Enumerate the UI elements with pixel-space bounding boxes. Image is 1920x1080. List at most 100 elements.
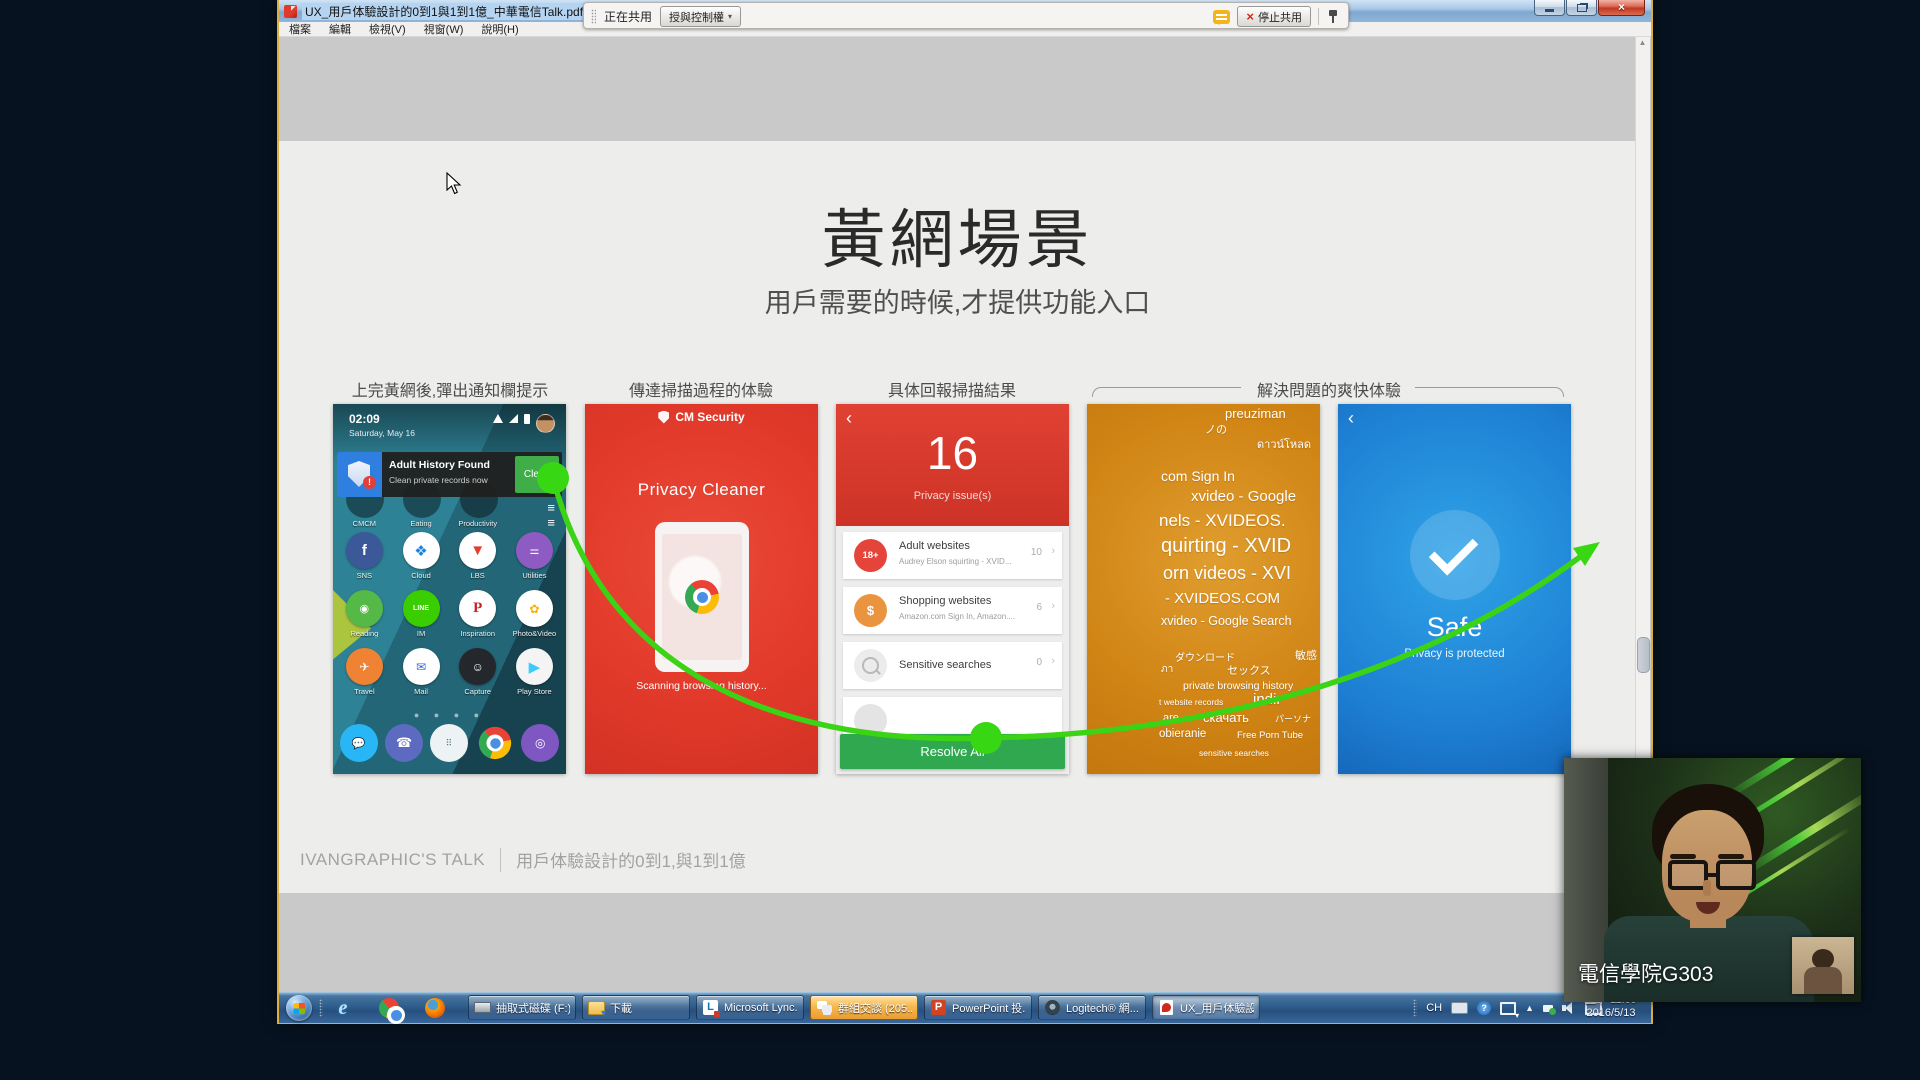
check-circle xyxy=(1410,510,1500,600)
restore-button[interactable] xyxy=(1566,0,1597,16)
caption-scanning: 傳達掃描過程的体驗 xyxy=(629,377,773,401)
notification-card: ! Adult History Found Clean private reco… xyxy=(337,452,562,497)
word: sensitive searches xyxy=(1199,748,1269,758)
menu-view[interactable]: 檢視(V) xyxy=(369,21,406,37)
restore-icon xyxy=(1577,4,1587,12)
menu-window[interactable]: 視窗(W) xyxy=(424,21,464,37)
eyebrow xyxy=(1718,854,1744,859)
shopping-badge-icon: $ xyxy=(854,594,887,627)
back-chevron-icon: ‹ xyxy=(1348,408,1354,429)
facebook-icon: f xyxy=(346,532,383,569)
start-button[interactable] xyxy=(286,995,312,1021)
issue-card-partial xyxy=(843,697,1062,737)
close-icon: × xyxy=(1618,1,1625,14)
firefox-quicklaunch[interactable] xyxy=(423,996,447,1020)
word: quirting - XVID xyxy=(1161,535,1291,558)
folder-label: Productivity xyxy=(449,519,506,528)
close-button[interactable]: × xyxy=(1598,0,1645,16)
pin-icon[interactable] xyxy=(1326,9,1340,25)
menu-file[interactable]: 檔案 xyxy=(289,21,311,37)
share-toolbar-left: 正在共用 授與控制權 ▾ xyxy=(591,6,741,27)
word: セックス xyxy=(1227,662,1271,678)
hamburger-icon: ≡≡ xyxy=(547,500,554,530)
app-name: CM Security xyxy=(675,410,744,424)
tray-grip xyxy=(1413,999,1417,1017)
word: com Sign In xyxy=(1161,468,1235,484)
windows-logo-icon xyxy=(293,1002,305,1014)
word: скачать xyxy=(1203,710,1249,725)
give-control-button[interactable]: 授與控制權 ▾ xyxy=(660,6,741,27)
chevron-right-icon: › xyxy=(1051,655,1055,667)
taskbar-button-pdf[interactable]: UX_用戶体驗設... xyxy=(1152,995,1260,1020)
clock-date: 2016/5/13 xyxy=(1576,1007,1646,1020)
taskbar-button-lync[interactable]: L Microsoft Lync... xyxy=(696,995,804,1020)
notification-body: Clean private records now xyxy=(389,475,488,485)
word: ดาวน์โหลด xyxy=(1257,435,1311,453)
caption-resolution: 解決問題的爽快体驗 xyxy=(1257,377,1401,401)
language-indicator[interactable]: CH xyxy=(1426,1002,1442,1014)
pip-person-body xyxy=(1804,967,1842,994)
pip-person-head xyxy=(1812,949,1834,969)
webcam-label: 電信學院G303 xyxy=(1578,958,1713,988)
phone-illustration xyxy=(655,522,749,672)
search-badge-icon xyxy=(854,649,887,682)
webcam-overlay: 電信學院G303 xyxy=(1564,758,1861,1002)
word: ダウンロード xyxy=(1175,649,1235,664)
issue-count: 16 xyxy=(836,426,1069,480)
adult-badge-icon: 18+ xyxy=(854,539,887,572)
utilities-icon: ⚌ xyxy=(516,532,553,569)
taskbar-button-downloads[interactable]: 下載 xyxy=(582,995,690,1020)
scan-status: Scanning browsing history... xyxy=(585,680,818,692)
page-dots: ● ● ● ● xyxy=(333,710,566,720)
shared-desktop: UX_用戶体驗設計的0到1與1到1億_中華電信Talk.pdf - Adobe … xyxy=(279,0,1651,1022)
check-icon xyxy=(1429,526,1478,575)
hidden-icons-chevron[interactable]: ▲ xyxy=(1525,1003,1534,1013)
safely-remove-icon[interactable] xyxy=(1543,1005,1553,1012)
menu-edit[interactable]: 編輯 xyxy=(329,21,351,37)
chrome-logo xyxy=(685,580,719,614)
scroll-up-icon[interactable]: ▲ xyxy=(1637,37,1648,49)
word: xvideo - Google xyxy=(1191,488,1296,505)
word: t website records xyxy=(1159,697,1223,707)
scrollbar-thumb[interactable] xyxy=(1637,637,1650,673)
word: nels - XVIDEOS. xyxy=(1159,511,1286,531)
word: ノの xyxy=(1205,421,1227,437)
photos-icon: ✿ xyxy=(516,590,553,627)
word: 敏感 xyxy=(1295,647,1317,663)
usb-drive-icon xyxy=(474,999,491,1016)
app-drawer-icon: ⠿ xyxy=(430,724,468,762)
phone1-android-home: 02:09 Saturday, May 16 ! Adult History F… xyxy=(333,404,566,774)
im-chat-icon[interactable] xyxy=(1213,10,1230,24)
toolbar-divider xyxy=(1318,8,1319,25)
folder-labels-row: CMCM Eating Productivity xyxy=(336,517,563,528)
battery-icon xyxy=(524,414,530,424)
taskbar-button-powerpoint[interactable]: P PowerPoint 投... xyxy=(924,995,1032,1020)
feedly-icon: ◉ xyxy=(346,590,383,627)
taskbar-button-logitech[interactable]: Logitech® 網... xyxy=(1038,995,1146,1020)
toolbar-grip[interactable] xyxy=(591,9,596,24)
bracket-left-line xyxy=(1092,387,1241,397)
taskbar-button-usb-drive[interactable]: 抽取式磁碟 (F:) xyxy=(468,995,576,1020)
stop-sharing-button[interactable]: × 停止共用 xyxy=(1237,6,1311,27)
word: xvideo - Google Search xyxy=(1161,614,1292,628)
capture-icon: ☺ xyxy=(459,648,496,685)
taskbar-button-group-chat[interactable]: 群組交談 (205... xyxy=(810,995,918,1020)
pdf-file-icon xyxy=(1158,999,1175,1016)
display-icon[interactable] xyxy=(1500,1002,1516,1015)
keyboard-icon[interactable] xyxy=(1451,1002,1468,1014)
ie-quicklaunch[interactable]: e xyxy=(331,996,355,1020)
screen-title: Privacy Cleaner xyxy=(585,480,818,500)
maps-icon: ▼ xyxy=(459,532,496,569)
sharing-status: 正在共用 xyxy=(604,8,652,25)
issue-card-searches: Sensitive searches 0 › xyxy=(843,642,1062,689)
volume-icon[interactable] xyxy=(1562,1001,1576,1015)
status-time: 02:09 xyxy=(349,412,380,426)
menu-help[interactable]: 說明(H) xyxy=(481,21,518,37)
help-icon[interactable]: ? xyxy=(1477,1001,1491,1015)
alert-badge: ! xyxy=(363,476,376,489)
chevron-right-icon: › xyxy=(1051,545,1055,557)
word: - XVIDEOS.COM xyxy=(1165,590,1280,607)
chrome-quicklaunch[interactable] xyxy=(377,996,401,1020)
minimize-button[interactable] xyxy=(1534,0,1565,16)
phone4-history-wordcloud: preuziman ノの ดาวน์โหลด com Sign In xvide… xyxy=(1087,404,1320,774)
